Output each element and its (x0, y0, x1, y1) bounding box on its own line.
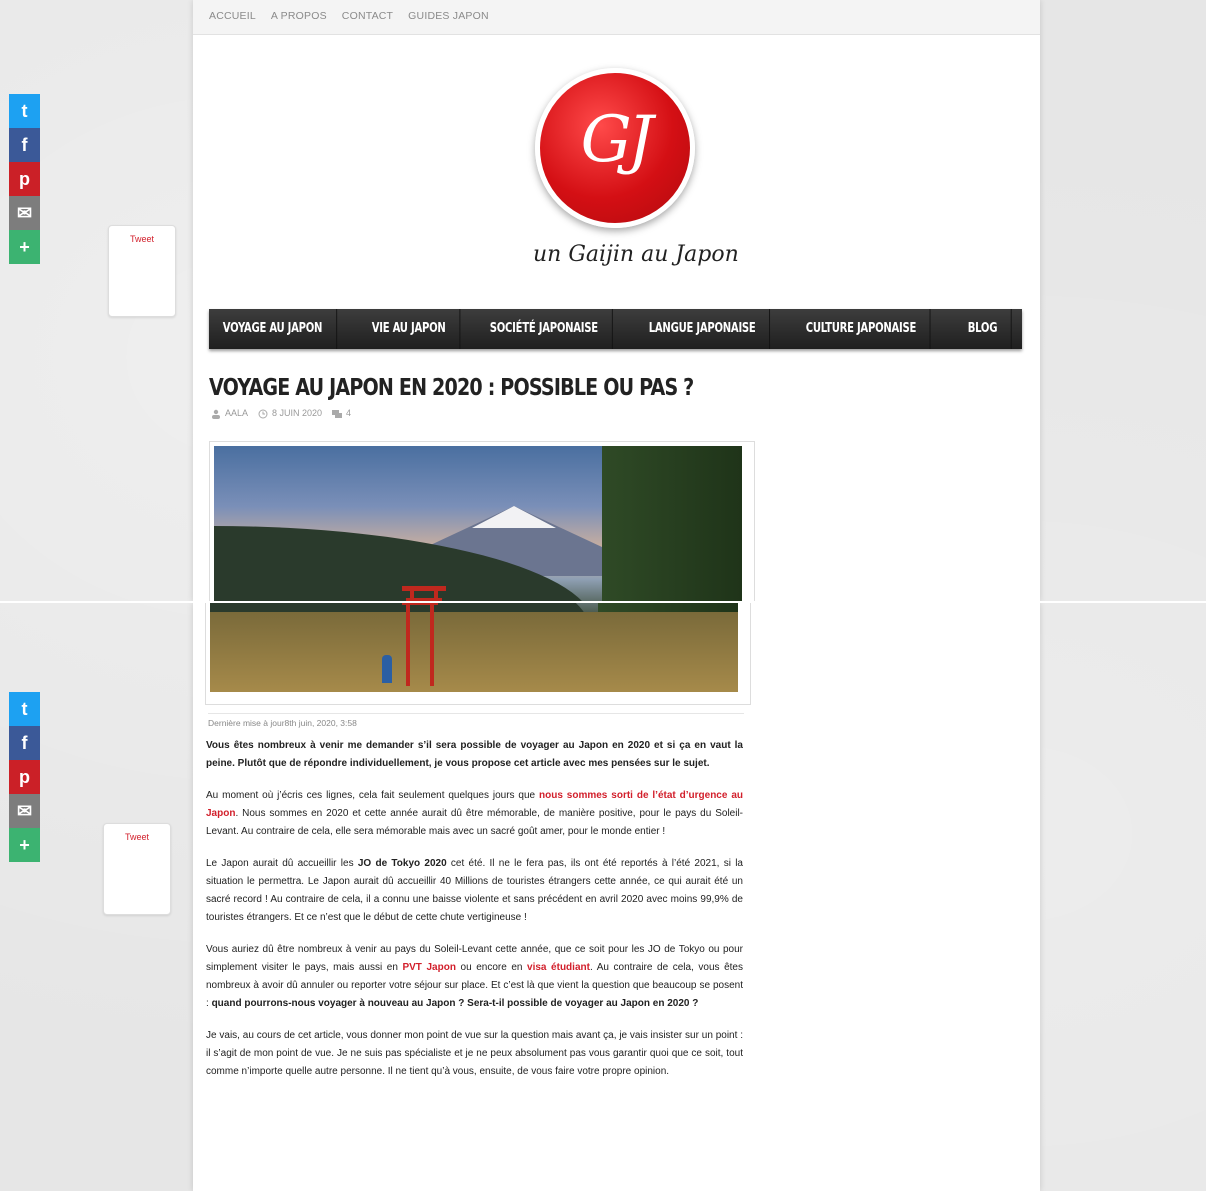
site-logo[interactable]: GJ un Gaijin au Japon (533, 68, 739, 267)
more-icon[interactable]: + (9, 828, 40, 862)
page-container: ACCUEIL A PROPOS CONTACT GUIDES JAPON GJ… (193, 0, 1040, 602)
article-paragraph-2: Au moment où j’écris ces lignes, cela fa… (206, 790, 743, 837)
article-body: Vous êtes nombreux à venir me demander s… (206, 737, 743, 1095)
top-nav-guides-japon[interactable]: GUIDES JAPON (408, 0, 489, 32)
email-icon[interactable]: ✉ (9, 196, 40, 230)
social-share-bar-2: t f p ✉ + (9, 692, 40, 862)
clock-icon (258, 409, 268, 419)
logo-monogram: GJ (580, 103, 654, 177)
post-date: 8 JUIN 2020 (272, 408, 323, 418)
pinterest-icon[interactable]: p (9, 162, 40, 196)
social-share-bar: t f p ✉ + (9, 94, 40, 264)
screenshot-top-half: t f p ✉ + Tweet ACCUEIL A PROPOS CONTACT… (0, 0, 1206, 602)
more-icon[interactable]: + (9, 230, 40, 264)
user-icon (212, 409, 220, 419)
screenshot-bottom-half: t f p ✉ + Tweet Dernière mise à jour8th … (0, 603, 1206, 1191)
twitter-icon[interactable]: t (9, 692, 40, 726)
facebook-icon[interactable]: f (9, 128, 40, 162)
post-author[interactable]: AALA (225, 408, 248, 418)
comments-icon (332, 409, 343, 418)
article-paragraph-4: Vous auriez dû être nombreux à venir au … (206, 944, 743, 1009)
last-updated: Dernière mise à jour8th juin, 2020, 3:58 (208, 713, 744, 728)
pvt-japon-link[interactable]: PVT Japon (402, 962, 455, 973)
nav-voyage-au-japon[interactable]: VOYAGE AU JAPON (209, 309, 337, 349)
featured-image (209, 441, 755, 602)
mount-fuji-torii-photo-continued (210, 603, 738, 692)
nav-blog[interactable]: BLOG (954, 309, 1012, 349)
nav-vie-au-japon[interactable]: VIE AU JAPON (358, 309, 460, 349)
top-nav: ACCUEIL A PROPOS CONTACT GUIDES JAPON (193, 0, 1040, 35)
logo-badge: GJ (535, 68, 695, 228)
article-paragraph-5: Je vais, au cours de cet article, vous d… (206, 1030, 743, 1077)
nav-societe-japonaise[interactable]: SOCIÉTÉ JAPONAISE (476, 309, 613, 349)
pinterest-icon[interactable]: p (9, 760, 40, 794)
visa-etudiant-link[interactable]: visa étudiant (527, 962, 590, 973)
featured-image-continued (205, 603, 751, 705)
article-paragraph-3: Le Japon aurait dû accueillir les JO de … (206, 858, 743, 923)
logo-wordmark: un Gaijin au Japon (533, 242, 739, 267)
tweet-button[interactable]: Tweet (108, 225, 176, 317)
top-nav-accueil[interactable]: ACCUEIL (209, 0, 256, 32)
post-title: VOYAGE AU JAPON EN 2020 : POSSIBLE OU PA… (209, 375, 694, 401)
post-comment-count[interactable]: 4 (346, 408, 351, 418)
page-container-2: Dernière mise à jour8th juin, 2020, 3:58… (193, 603, 1040, 1191)
top-nav-contact[interactable]: CONTACT (342, 0, 393, 32)
facebook-icon[interactable]: f (9, 726, 40, 760)
mount-fuji-torii-photo (214, 446, 742, 602)
nav-langue-japonaise[interactable]: LANGUE JAPONAISE (635, 309, 771, 349)
main-nav: VOYAGE AU JAPON VIE AU JAPON SOCIÉTÉ JAP… (209, 309, 1022, 349)
twitter-icon[interactable]: t (9, 94, 40, 128)
post-meta: AALA 8 JUIN 2020 4 (211, 408, 351, 419)
tweet-button-2[interactable]: Tweet (103, 823, 171, 915)
tweet-label: Tweet (129, 234, 154, 244)
article-intro: Vous êtes nombreux à venir me demander s… (206, 740, 743, 769)
top-nav-a-propos[interactable]: A PROPOS (271, 0, 327, 32)
tweet-label-2: Tweet (124, 832, 149, 842)
nav-culture-japonaise[interactable]: CULTURE JAPONAISE (792, 309, 932, 349)
email-icon[interactable]: ✉ (9, 794, 40, 828)
